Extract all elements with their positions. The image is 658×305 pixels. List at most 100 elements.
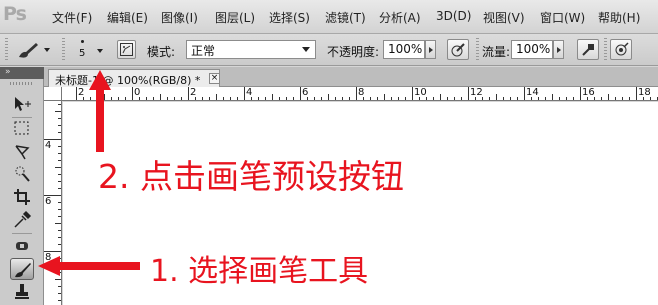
- document-tab[interactable]: 未标题-1 @ 100%(RGB/8) * ×: [48, 69, 220, 87]
- pen-pressure-icon: [451, 42, 466, 60]
- brush-panel-icon: [120, 43, 133, 59]
- ruler-minor-tick: [391, 97, 392, 100]
- brush-tip-dot-icon: [81, 40, 84, 43]
- flow-slider-button[interactable]: [553, 40, 564, 59]
- ruler-minor-tick: [433, 97, 434, 100]
- ruler-minor-tick: [545, 97, 546, 100]
- menu-select[interactable]: 选择(S): [269, 9, 310, 26]
- ruler-minor-tick: [377, 97, 378, 100]
- ruler-minor-tick: [216, 94, 217, 100]
- options-bar: 5 模式: 正常 不透明度: 100% 流量: 100%: [0, 34, 658, 66]
- mode-label: 模式:: [147, 45, 176, 59]
- ruler-minor-tick: [58, 146, 61, 147]
- ruler-label: 10: [414, 87, 427, 98]
- tool-preset-picker[interactable]: [14, 39, 54, 61]
- ruler-minor-tick: [307, 97, 308, 100]
- ruler-minor-tick: [58, 293, 61, 294]
- ruler-minor-tick: [482, 97, 483, 100]
- ruler-minor-tick: [454, 97, 455, 100]
- flow-label: 流量:: [482, 45, 511, 59]
- menu-3d[interactable]: 3D(D): [436, 9, 471, 23]
- crop-tool-button[interactable]: [10, 186, 34, 208]
- ruler-minor-tick: [426, 97, 427, 100]
- toolbox-grip[interactable]: [10, 82, 34, 85]
- ruler-minor-tick: [58, 153, 61, 154]
- ruler-tick: [356, 87, 357, 100]
- clone-stamp-tool-button[interactable]: [10, 281, 34, 303]
- ruler-tick: [524, 87, 525, 100]
- menu-help[interactable]: 帮助(H): [598, 9, 640, 26]
- opacity-slider-button[interactable]: [425, 40, 436, 59]
- up-arrow-annotation: [89, 70, 111, 152]
- brush-tool-button[interactable]: [10, 258, 34, 280]
- tablet-opacity-pressure-button[interactable]: [447, 39, 469, 60]
- ruler-origin[interactable]: [44, 87, 62, 101]
- document-tab-title: 未标题-1 @ 100%(RGB/8) *: [55, 74, 201, 87]
- opacity-input[interactable]: 100%: [383, 40, 425, 59]
- ruler-minor-tick: [594, 97, 595, 100]
- menu-window[interactable]: 窗口(W): [540, 9, 585, 26]
- annotation-step1: 1. 选择画笔工具: [150, 254, 369, 289]
- ruler-label: 4: [45, 140, 52, 151]
- ruler-minor-tick: [286, 97, 287, 100]
- brush-panel-toggle-button[interactable]: [117, 40, 136, 59]
- ruler-label: 16: [582, 87, 595, 98]
- toolbox-collapse-icon[interactable]: »: [0, 67, 44, 79]
- lasso-tool-button[interactable]: [10, 141, 34, 163]
- menu-analysis[interactable]: 分析(A): [379, 9, 421, 26]
- pen-pressure-icon: [614, 42, 629, 60]
- ruler-tick: [636, 87, 637, 100]
- move-tool-button[interactable]: [10, 93, 34, 115]
- ruler-minor-tick: [251, 97, 252, 100]
- ruler-minor-tick: [209, 97, 210, 100]
- horizontal-ruler[interactable]: 20246810121416182022: [62, 87, 658, 101]
- marquee-tool-button[interactable]: [10, 117, 34, 139]
- ruler-minor-tick: [335, 97, 336, 100]
- close-icon[interactable]: ×: [209, 73, 220, 84]
- menu-image[interactable]: 图像(I): [161, 9, 198, 26]
- ruler-minor-tick: [58, 132, 61, 133]
- ruler-minor-tick: [58, 244, 61, 245]
- ruler-minor-tick: [321, 97, 322, 100]
- ruler-minor-tick: [384, 94, 385, 100]
- ruler-minor-tick: [272, 94, 273, 100]
- ruler-minor-tick: [328, 94, 329, 100]
- ruler-label: 6: [45, 196, 52, 207]
- spot-healing-tool-button[interactable]: [10, 235, 34, 257]
- ruler-tick: [188, 87, 189, 100]
- menu-filter[interactable]: 滤镜(T): [325, 9, 366, 26]
- ruler-minor-tick: [58, 202, 61, 203]
- menu-view[interactable]: 视图(V): [483, 9, 525, 26]
- menu-file[interactable]: 文件(F): [52, 9, 92, 26]
- ruler-minor-tick: [573, 97, 574, 100]
- ruler-minor-tick: [370, 97, 371, 100]
- ruler-minor-tick: [118, 97, 119, 100]
- brush-preset-picker[interactable]: 5: [76, 38, 110, 62]
- eyedropper-tool-button[interactable]: [10, 209, 34, 231]
- ruler-minor-tick: [195, 97, 196, 100]
- flow-value: 100%: [516, 42, 551, 56]
- chevron-down-icon: [97, 49, 103, 53]
- flow-input[interactable]: 100%: [511, 40, 553, 59]
- toolbox-separator: [12, 233, 32, 234]
- ruler-minor-tick: [55, 223, 61, 224]
- ruler-minor-tick: [58, 237, 61, 238]
- ruler-tick: [468, 87, 469, 100]
- options-bar-grip[interactable]: [5, 38, 8, 62]
- airbrush-button[interactable]: [577, 39, 599, 60]
- ruler-minor-tick: [405, 97, 406, 100]
- ruler-minor-tick: [83, 97, 84, 100]
- ruler-minor-tick: [58, 104, 61, 105]
- opacity-value: 100%: [388, 42, 423, 56]
- menu-edit[interactable]: 编辑(E): [107, 9, 148, 26]
- mode-select[interactable]: 正常: [186, 40, 316, 59]
- quick-selection-tool-button[interactable]: [10, 163, 34, 185]
- ruler-minor-tick: [125, 97, 126, 100]
- menu-layer[interactable]: 图层(L): [215, 9, 255, 26]
- tablet-size-pressure-button[interactable]: [610, 39, 632, 60]
- ruler-minor-tick: [181, 97, 182, 100]
- ruler-minor-tick: [58, 125, 61, 126]
- ruler-label: 18: [638, 87, 651, 98]
- annotation-step2: 2. 点击画笔预设按钮: [98, 157, 404, 196]
- ruler-minor-tick: [608, 94, 609, 100]
